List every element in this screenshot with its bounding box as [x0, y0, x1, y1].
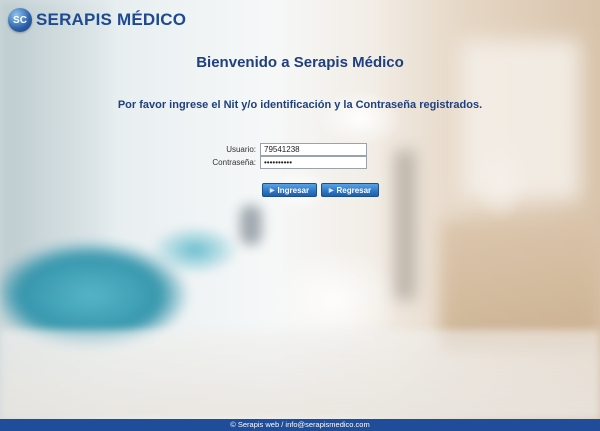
- logo-initials: SC: [13, 14, 27, 26]
- background-floor: [0, 330, 600, 420]
- page-title: Bienvenido a Serapis Médico: [196, 54, 404, 71]
- play-arrow-icon: ▶: [269, 187, 275, 194]
- username-row: Usuario:: [212, 143, 367, 156]
- footer: © Serapis web / info@serapismedico.com: [0, 419, 600, 431]
- footer-text: © Serapis web / info@serapismedico.com: [230, 420, 370, 429]
- back-button[interactable]: ▶ Regresar: [321, 183, 379, 197]
- password-input[interactable]: [260, 156, 367, 169]
- username-label: Usuario:: [226, 145, 256, 154]
- login-button[interactable]: ▶ Ingresar: [262, 183, 317, 197]
- logo-icon: SC: [8, 8, 32, 32]
- login-instructions: Por favor ingrese el Nit y/o identificac…: [117, 99, 483, 111]
- password-label: Contraseña:: [212, 158, 256, 167]
- username-input[interactable]: [260, 143, 367, 156]
- password-row: Contraseña:: [212, 156, 367, 169]
- play-arrow-icon: ▶: [328, 187, 334, 194]
- login-button-label: Ingresar: [277, 185, 310, 195]
- back-button-label: Regresar: [336, 185, 372, 195]
- background-person: [240, 205, 262, 245]
- brand-logo[interactable]: SC SERAPIS MÉDICO: [8, 7, 186, 33]
- background-waiting-chairs-far: [150, 225, 240, 275]
- brand-name: SERAPIS MÉDICO: [36, 10, 187, 29]
- background-post: [395, 150, 415, 300]
